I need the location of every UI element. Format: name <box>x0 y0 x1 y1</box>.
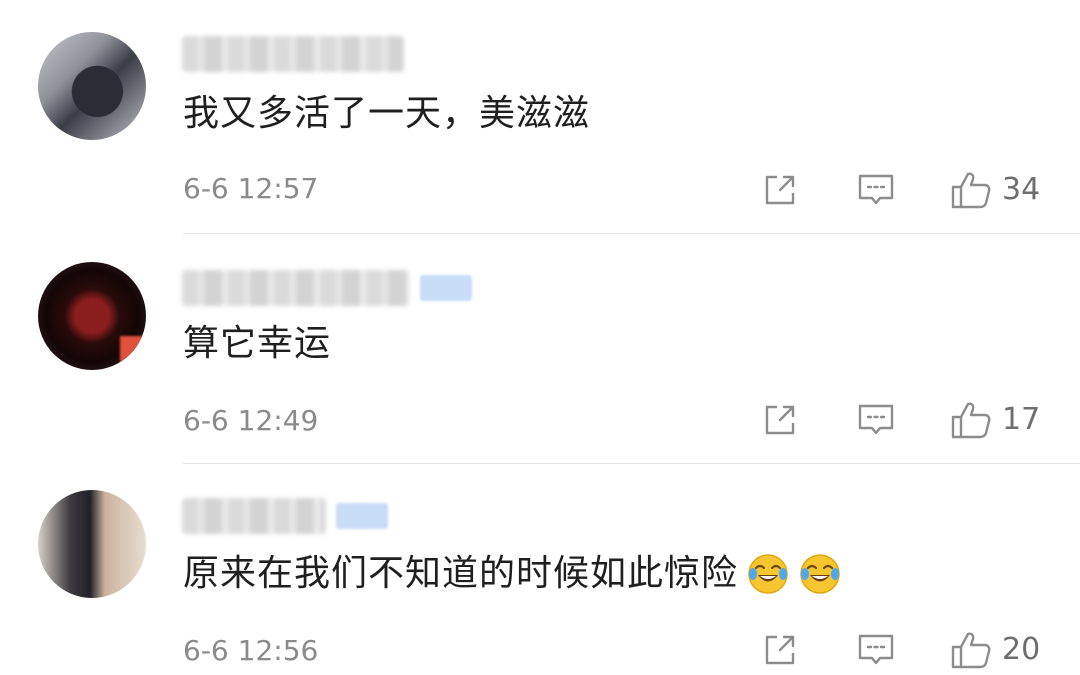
comment-list: 我又多活了一天，美滋滋 6-6 12:57 34 算它幸运 6-6 12:49 … <box>0 0 1080 675</box>
like-button[interactable]: 20 <box>950 630 1042 670</box>
comment-text-content: 原来在我们不知道的时候如此惊险 <box>183 553 739 594</box>
comment-item: 我又多活了一天，美滋滋 6-6 12:57 34 <box>0 0 1080 234</box>
username[interactable] <box>182 34 404 74</box>
comment-icon <box>858 634 894 665</box>
comment-actions: 34 <box>758 168 1042 212</box>
comment-text-content: 算它幸运 <box>183 323 332 364</box>
like-button[interactable]: 34 <box>950 170 1042 210</box>
username[interactable] <box>182 496 388 536</box>
thumbs-up-icon <box>951 632 991 669</box>
comment-text: 我又多活了一天，美滋滋 <box>183 92 590 136</box>
blurred-username <box>182 270 410 306</box>
comment-actions: 17 <box>758 398 1042 442</box>
like-count: 17 <box>1002 402 1041 437</box>
like-count: 20 <box>1002 632 1041 667</box>
share-icon <box>765 175 795 205</box>
member-badge <box>420 275 472 301</box>
comment-timestamp: 6-6 12:49 <box>183 404 319 437</box>
like-count: 34 <box>1002 172 1041 207</box>
comment-text: 算它幸运 <box>183 322 331 366</box>
blurred-username <box>182 498 326 534</box>
share-button[interactable] <box>758 398 802 442</box>
username[interactable] <box>182 268 472 308</box>
reply-button[interactable] <box>854 628 898 672</box>
comment-icon <box>858 404 894 435</box>
share-icon <box>765 635 795 665</box>
comment-timestamp: 6-6 12:56 <box>183 634 319 667</box>
comment-item: 原来在我们不知道的时候如此惊险 6-6 12:56 20 <box>0 464 1080 675</box>
avatar[interactable] <box>38 262 146 370</box>
like-button[interactable]: 17 <box>950 400 1042 440</box>
thumbs-up-icon <box>951 402 991 439</box>
blurred-username <box>182 36 404 72</box>
comment-item: 算它幸运 6-6 12:49 17 <box>0 234 1080 464</box>
thumbs-up-icon <box>951 172 991 209</box>
comment-icon <box>858 174 894 205</box>
avatar-badge <box>120 336 146 362</box>
reply-button[interactable] <box>854 168 898 212</box>
comment-actions: 20 <box>758 628 1042 672</box>
comment-text: 原来在我们不知道的时候如此惊险 <box>183 552 842 596</box>
share-button[interactable] <box>758 168 802 212</box>
avatar[interactable] <box>38 32 146 140</box>
member-badge <box>336 503 388 529</box>
laughing-crying-emoji-icon <box>798 552 842 596</box>
comment-timestamp: 6-6 12:57 <box>183 172 319 205</box>
laughing-crying-emoji-icon <box>746 552 790 596</box>
comment-text-content: 我又多活了一天，美滋滋 <box>183 93 591 134</box>
share-icon <box>765 405 795 435</box>
reply-button[interactable] <box>854 398 898 442</box>
share-button[interactable] <box>758 628 802 672</box>
avatar[interactable] <box>38 490 146 598</box>
